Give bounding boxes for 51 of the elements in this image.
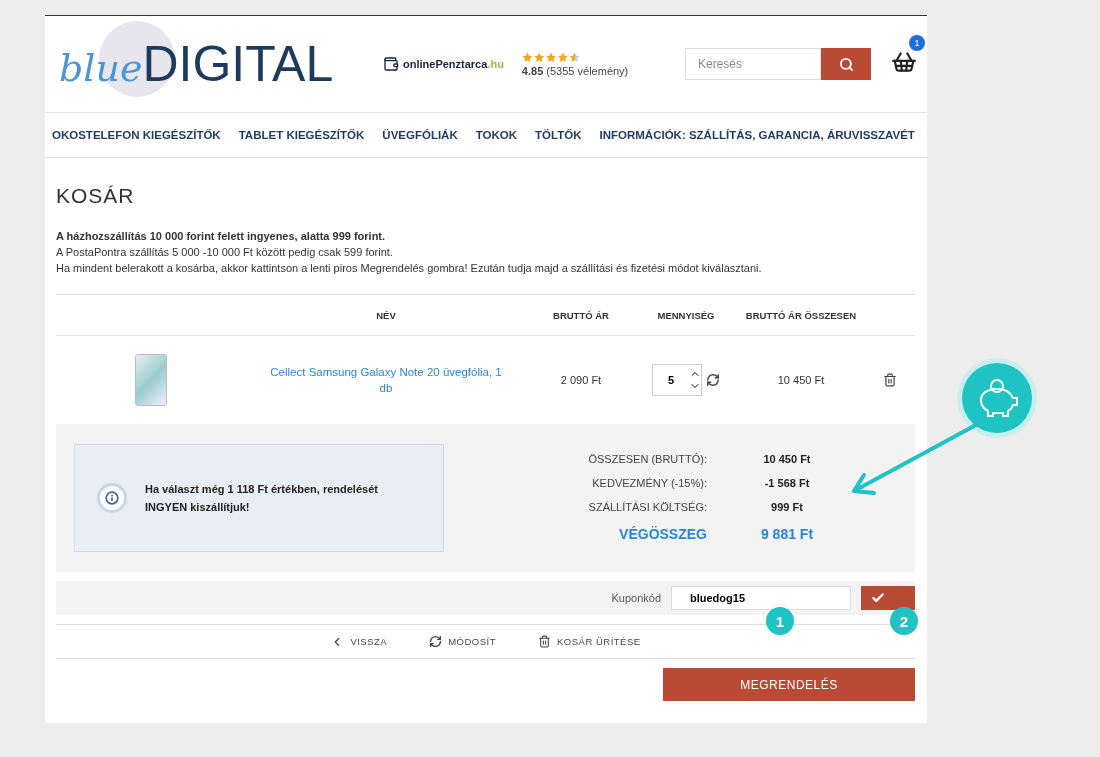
product-image — [135, 354, 167, 406]
page-title: KOSÁR — [56, 184, 136, 208]
search-icon — [838, 56, 854, 72]
basket-icon[interactable] — [891, 49, 917, 75]
nav-link[interactable]: ÜVEGFÓLIÁK — [382, 129, 458, 141]
partner-name: onlinePenztarca.hu — [403, 58, 504, 70]
rating-text: 4.85 (5355 vélemény) — [521, 64, 629, 77]
summary-value: 10 450 Ft — [762, 452, 812, 467]
info-icon — [97, 483, 127, 513]
summary-label: ÖSSZESEN (BRUTTÓ): — [587, 452, 708, 467]
nav-link[interactable]: TABLET KIEGÉSZÍTŐK — [238, 129, 365, 141]
logo-text: blue — [59, 46, 143, 90]
notice-text: Ha választ még 1 118 Ft értékben, rendelését INGYEN kiszállítjuk! — [145, 482, 379, 515]
coupon-label: Kuponkód — [611, 592, 661, 604]
cart-count: 1 — [909, 35, 925, 51]
quantity-field[interactable]: 5 — [652, 364, 702, 396]
search-button[interactable] — [821, 48, 871, 80]
column-header: MENNYISÉG — [656, 309, 716, 321]
trash-icon — [538, 635, 552, 648]
refresh-icon[interactable] — [706, 373, 720, 387]
nav-link[interactable]: OKOSTELEFON KIEGÉSZÍTŐK — [52, 129, 221, 141]
logo-text: DIGITAL — [142, 35, 334, 93]
nav-link[interactable]: TÖLTŐK — [535, 129, 582, 141]
apply-coupon-button[interactable] — [861, 586, 915, 610]
action-button[interactable]: VISSZA — [324, 633, 394, 650]
column-header: BRUTTÓ ÁR — [552, 309, 610, 321]
nav-link[interactable]: INFORMÁCIÓK: SZÁLLÍTÁS, GARANCIA, ÁRUVISSZAVÉT — [599, 129, 915, 141]
summary-label: SZÁLLÍTÁSI KÖLTSÉG: — [587, 500, 708, 515]
total-cell-text: 10 450 Ft — [776, 374, 826, 386]
trash-icon[interactable] — [883, 373, 897, 387]
order-button[interactable]: MEGRENDELÉS — [663, 668, 915, 701]
price-cell-text: 2 090 Ft — [559, 374, 603, 386]
summary-value: 999 Ft — [770, 500, 804, 515]
wallet-icon — [383, 56, 399, 72]
info-text: A házhozszállítás 10 000 forint felett ingyenes, alatta 999 forint. — [56, 229, 387, 244]
product-link[interactable]: Cellect Samsung Galaxy Note 20 üvegfólia, 1 db — [246, 364, 526, 396]
action-button[interactable]: KOSÁR ÜRÍTÉSE — [532, 634, 647, 649]
summary-value: -1 568 Ft — [763, 476, 811, 491]
nav-link[interactable]: TOKOK — [475, 129, 518, 141]
refresh-icon — [429, 635, 443, 648]
search-field[interactable]: Keresés — [685, 48, 821, 80]
summary-label: VÉGÖSSZEG — [618, 525, 708, 544]
info-text: Ha mindent belerakott a kosárba, akkor kattintson a lenti piros Megrendelés gombra! Ezután tudja majd a szállítási és fizetési módot kiválasztani. — [56, 261, 763, 276]
action-button[interactable]: MÓDOSÍT — [423, 634, 503, 649]
check-icon — [871, 591, 885, 605]
summary-label: KEDVEZMÉNY (-15%): — [591, 476, 708, 491]
column-header: BRUTTÓ ÁR ÖSSZESEN — [744, 309, 858, 321]
coupon-field[interactable]: bluedog15 — [671, 586, 851, 610]
summary-value: 9 881 Ft — [759, 525, 815, 544]
column-header: NÉV — [375, 309, 397, 321]
info-text: A PostaPontra szállítás 5 000 -10 000 Ft között pedig csak 599 forint. — [56, 245, 394, 260]
